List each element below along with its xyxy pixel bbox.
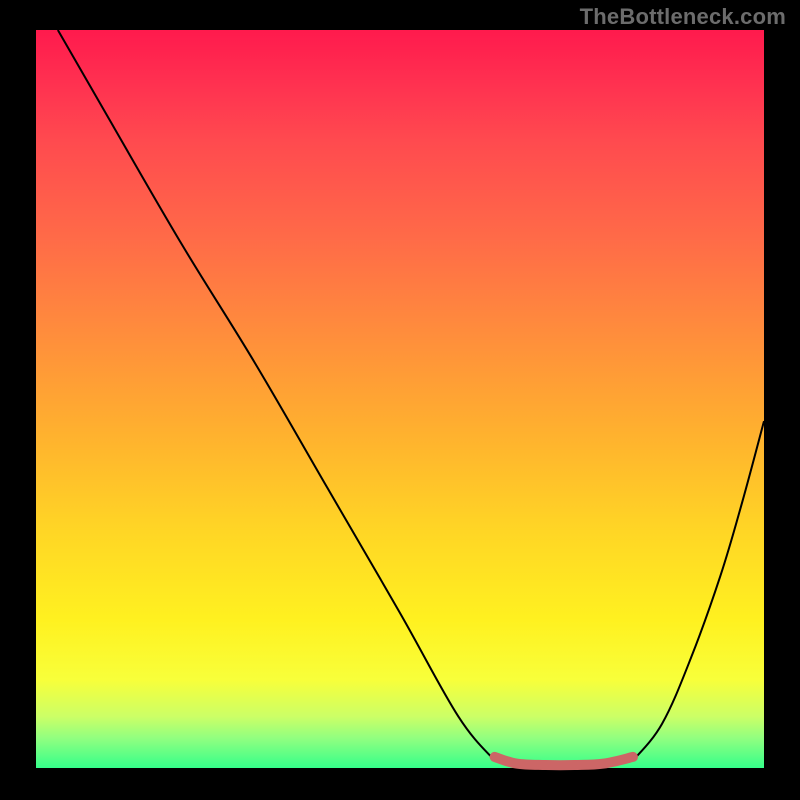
curve-left-path xyxy=(58,30,495,761)
chart-frame: TheBottleneck.com xyxy=(0,0,800,800)
curve-right-path xyxy=(633,421,764,760)
highlight-band-path xyxy=(495,757,633,765)
watermark-text: TheBottleneck.com xyxy=(580,4,786,30)
plot-svg xyxy=(36,30,764,768)
